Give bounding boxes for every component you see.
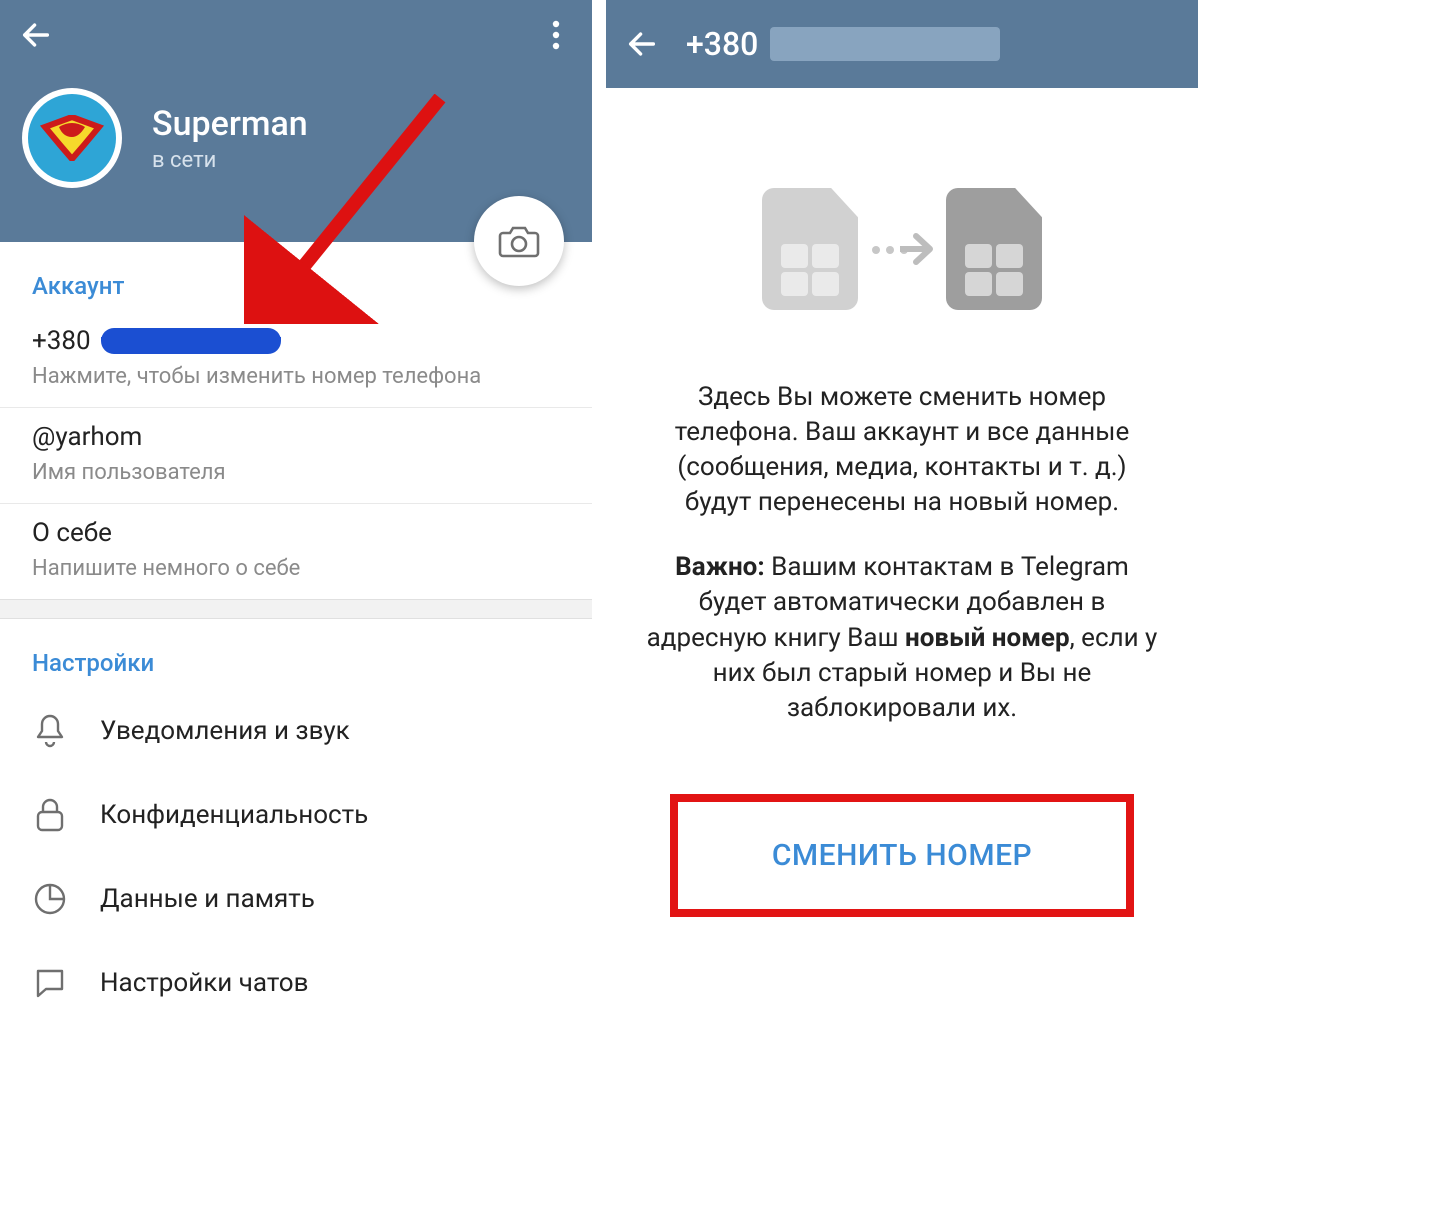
username-row[interactable]: @yarhom Имя пользователя: [0, 408, 592, 504]
settings-item-label: Конфиденциальность: [100, 800, 368, 830]
settings-item-notifications[interactable]: Уведомления и звук: [0, 689, 592, 773]
back-icon[interactable]: [16, 15, 56, 55]
lock-icon: [28, 793, 72, 837]
change-number-screen: +380 Здесь Вы можете сменить номер телеф…: [606, 0, 1198, 1025]
sim-new-icon: [946, 188, 1042, 310]
avatar[interactable]: [22, 88, 122, 188]
username-value: @yarhom: [32, 422, 560, 452]
header-phone-prefix: +380: [686, 25, 758, 63]
bio-row[interactable]: О себе Напишите немного о себе: [0, 504, 592, 599]
description-paragraph-2: Важно: Вашим контактам в Telegram будет …: [646, 550, 1158, 725]
profile-name: Superman: [152, 104, 308, 144]
camera-button[interactable]: [474, 196, 564, 286]
settings-section-title: Настройки: [0, 619, 592, 689]
important-label: Важно:: [675, 552, 765, 582]
username-hint: Имя пользователя: [32, 460, 560, 485]
bio-hint: Напишите немного о себе: [32, 556, 560, 581]
bio-title: О себе: [32, 518, 560, 548]
description-paragraph-1: Здесь Вы можете сменить номер телефона. …: [646, 380, 1158, 520]
settings-item-label: Данные и память: [100, 884, 315, 914]
settings-item-label: Настройки чатов: [100, 968, 309, 998]
settings-screen: Superman в сети Аккаунт +380 Нажмите, чт…: [0, 0, 592, 1025]
settings-item-privacy[interactable]: Конфиденциальность: [0, 773, 592, 857]
change-number-button[interactable]: СМЕНИТЬ НОМЕР: [670, 794, 1134, 917]
section-divider: [0, 599, 592, 619]
phone-number-row[interactable]: +380 Нажмите, чтобы изменить номер телеф…: [0, 312, 592, 408]
settings-item-chat[interactable]: Настройки чатов: [0, 941, 592, 1025]
back-icon[interactable]: [622, 24, 662, 64]
change-number-header: +380: [606, 0, 1198, 88]
sim-old-icon: [762, 188, 858, 310]
bell-icon: [28, 709, 72, 753]
arrow-right-icon: [872, 246, 932, 252]
phone-hint: Нажмите, чтобы изменить номер телефона: [32, 364, 560, 389]
profile-header: Superman в сети: [0, 0, 592, 242]
pie-icon: [28, 877, 72, 921]
profile-status: в сети: [152, 148, 308, 173]
settings-item-label: Уведомления и звук: [100, 716, 350, 746]
header-phone-redacted: [770, 27, 1000, 61]
phone-redacted: [101, 328, 281, 354]
chat-icon: [28, 961, 72, 1005]
more-vertical-icon[interactable]: [536, 15, 576, 55]
phone-prefix: +380: [32, 326, 91, 356]
sim-illustration: [606, 88, 1198, 380]
change-number-description: Здесь Вы можете сменить номер телефона. …: [606, 380, 1198, 726]
settings-item-data[interactable]: Данные и память: [0, 857, 592, 941]
new-number-bold: новый номер: [905, 623, 1070, 653]
